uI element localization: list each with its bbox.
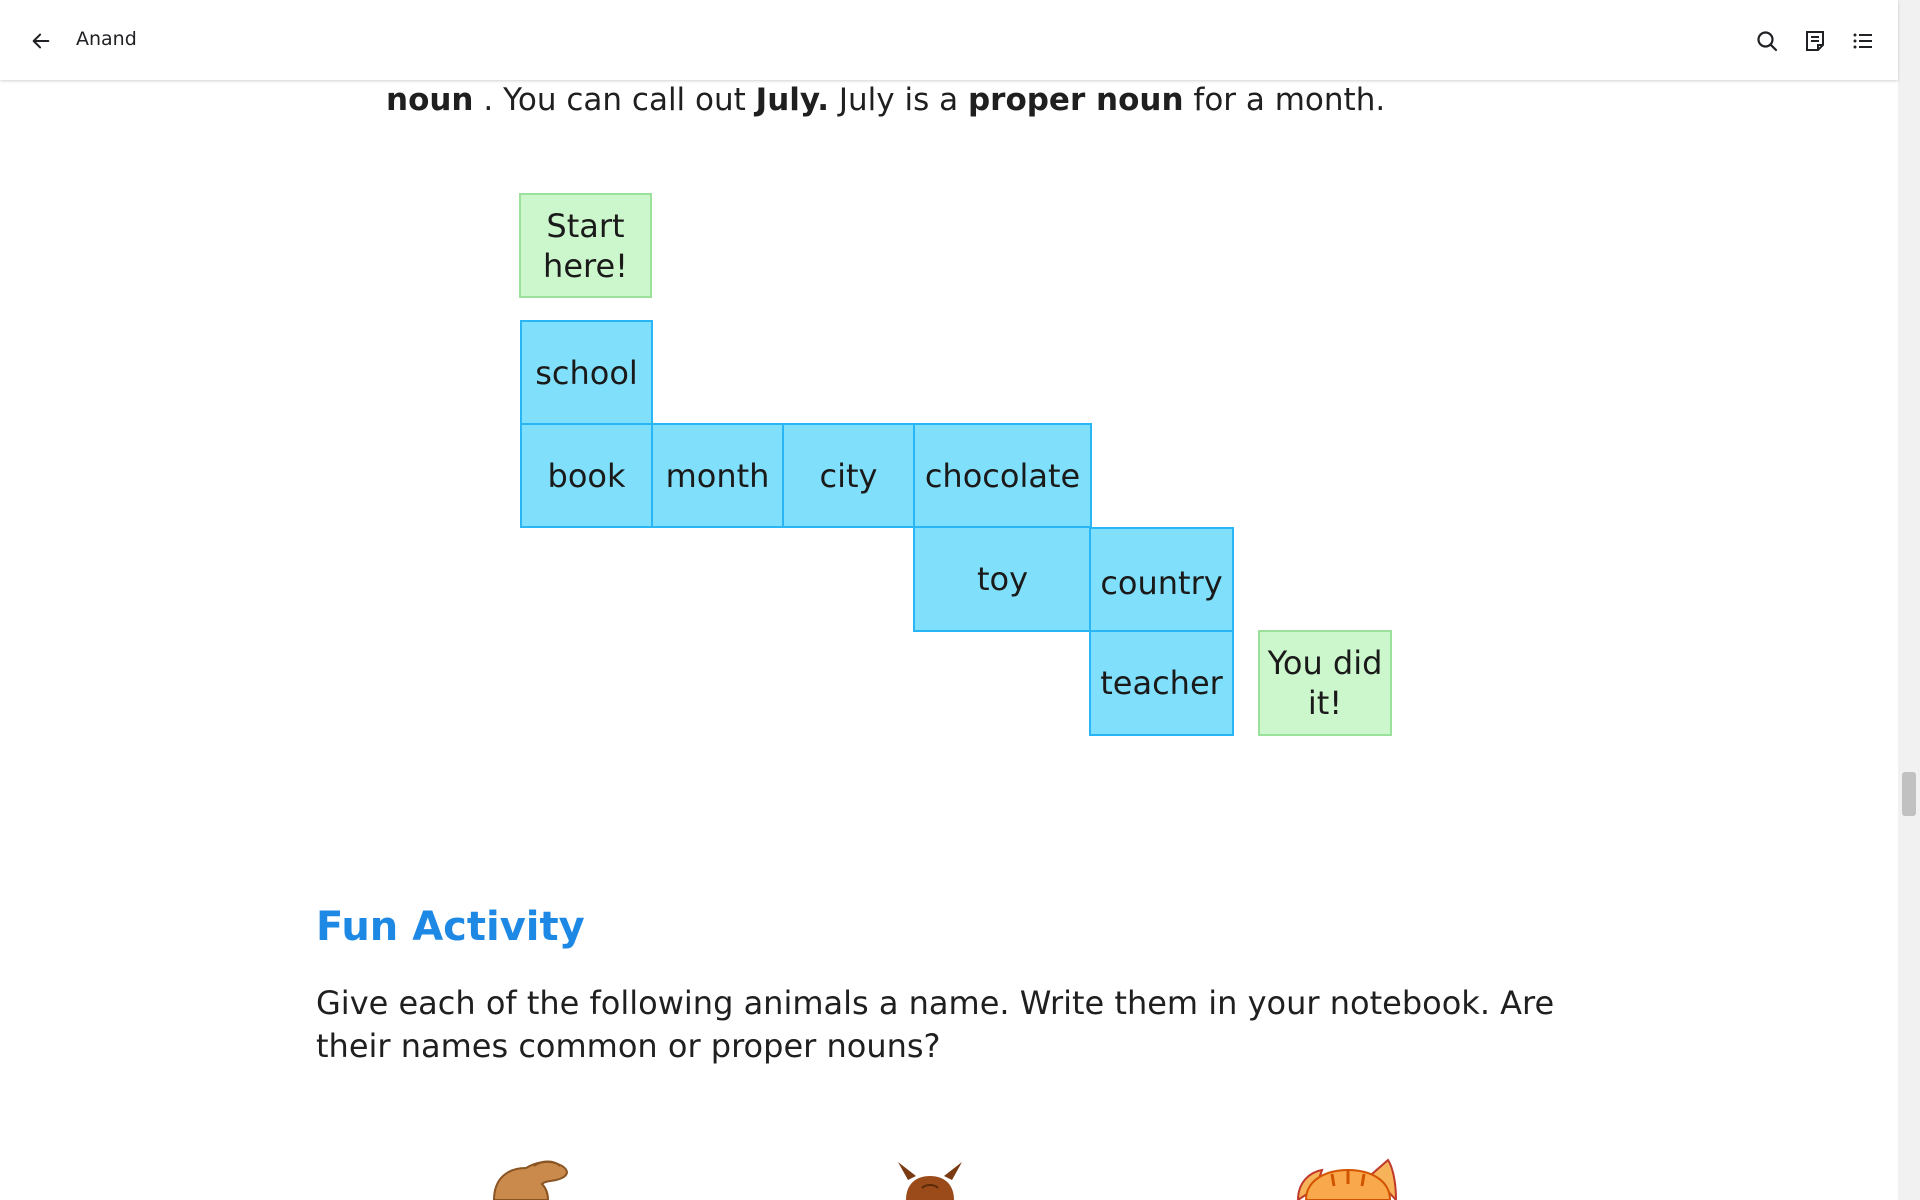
back-button[interactable]	[26, 26, 56, 56]
reader-toolbar: Anand	[0, 0, 1898, 80]
maze-cell-toy: toy	[913, 526, 1092, 632]
search-button[interactable]	[1752, 26, 1782, 56]
bold-noun: noun	[386, 82, 474, 118]
maze-cell-school: school	[520, 320, 653, 425]
maze-end: You did it!	[1258, 630, 1392, 736]
notes-icon	[1806, 31, 1824, 51]
arrow-left-icon	[32, 33, 50, 49]
maze-cell-country: country	[1089, 527, 1234, 632]
fun-activity-instruction: Give each of the following animals a nam…	[316, 984, 1555, 1065]
dog-illustration	[492, 1160, 568, 1200]
page-content: noun . You can call out July. July is a …	[0, 0, 1898, 1200]
maze-cell-chocolate: chocolate	[913, 423, 1092, 528]
bold-july: July.	[755, 82, 830, 118]
notes-button[interactable]	[1800, 26, 1830, 56]
page-scrollbar[interactable]	[1898, 0, 1920, 1200]
bold-proper-noun: proper noun	[967, 82, 1184, 118]
maze-cell-book: book	[520, 423, 653, 528]
cat-illustration	[1296, 1158, 1398, 1200]
maze-cell-city: city	[782, 423, 915, 528]
squirrel-illustration	[898, 1162, 962, 1200]
contents-icon	[1853, 33, 1872, 49]
scrollbar-thumb[interactable]	[1902, 772, 1916, 816]
book-title: Anand	[76, 28, 137, 50]
maze-start: Start here!	[519, 193, 652, 298]
contents-button[interactable]	[1848, 26, 1878, 56]
sentence-july-proper-noun: noun . You can call out July. July is a …	[386, 82, 1386, 118]
maze-cell-teacher: teacher	[1089, 630, 1234, 736]
fun-activity-heading: Fun Activity	[316, 904, 585, 950]
maze-cell-month: month	[651, 423, 784, 528]
search-icon	[1757, 31, 1778, 52]
